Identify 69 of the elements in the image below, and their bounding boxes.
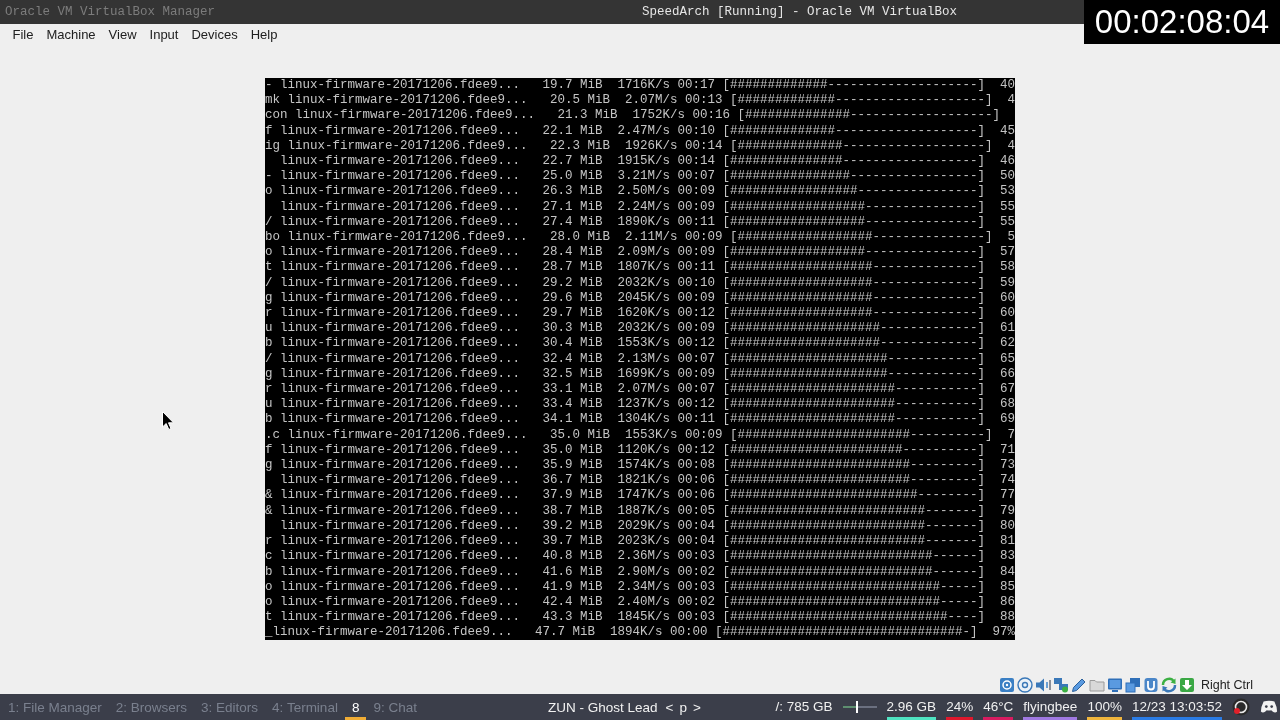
status-text: 2.96 GB (886, 698, 937, 716)
status-text: flyingbee (1023, 698, 1078, 716)
speaker-icon[interactable] (1034, 677, 1051, 693)
monitor-icon[interactable] (1106, 677, 1123, 693)
terminal-line: linux-firmware-20171206.fdee9... 39.2 MiB 2029K/s 00:04 [##########################-------] 80 (278, 518, 1016, 535)
host-key-label: Right Ctrl (1200, 678, 1253, 692)
terminal-line: bo linux-firmware-20171206.fdee9... 28.0 MiB 2.11M/s 00:09 [##################---------------] 5 (264, 230, 1016, 246)
network-icon[interactable] (1052, 677, 1069, 693)
now-playing: ZUN - Ghost Lead (547, 699, 658, 715)
status-text: 24% (946, 698, 974, 716)
window-title: SpeedArch [Running] - Oracle VM VirtualBox (641, 5, 957, 19)
record-icon[interactable] (1232, 698, 1250, 716)
terminal-line: .c linux-firmware-20171206.fdee9... 35.0 MiB 1553K/s 00:09 [#######################----------] 7 (264, 427, 1016, 443)
mouse-pointer-icon (162, 411, 174, 430)
terminal-line: linux-firmware-20171206.fdee9... 36.7 MiB 1821K/s 00:06 [########################---------] 74 (278, 473, 1016, 489)
recording-timer: 00:02:08:04 (1084, 0, 1280, 44)
workspace-tab[interactable]: 8 (344, 694, 367, 720)
menu-item[interactable]: File (6, 24, 40, 44)
status-text: 12/23 13:03:52 (1131, 698, 1222, 716)
terminal-line: t linux-firmware-20171206.fdee9... 28.7 MiB 1807K/s 00:11 [###################--------------] 58 (264, 260, 1016, 276)
menu-item[interactable]: Input (143, 24, 185, 44)
menu-item[interactable]: Help (244, 24, 284, 44)
terminal-line: b linux-firmware-20171206.fdee9... 30.4 MiB 1553K/s 00:12 [####################-------------] 62 (264, 336, 1016, 352)
terminal-line: b linux-firmware-20171206.fdee9... 34.1 MiB 1304K/s 00:11 [######################-----------] 69 (264, 412, 1016, 428)
optical-disc-icon[interactable] (1016, 677, 1033, 693)
terminal-line: / linux-firmware-20171206.fdee9... 27.4 MiB 1890K/s 00:11 [##################---------------] 55 (264, 214, 1016, 231)
terminal-line: / linux-firmware-20171206.fdee9... 32.4 MiB 2.13M/s 00:07 [#####################------------] 65 (264, 351, 1016, 367)
menu-item[interactable]: View (102, 24, 144, 44)
terminal-line: o linux-firmware-20171206.fdee9... 26.3 MiB 2.50M/s 00:09 [#################----------------] 53 (264, 184, 1016, 200)
terminal-line: t linux-firmware-20171206.fdee9... 43.3 MiB 1845K/s 00:03 [#############################----] 88 (264, 610, 1016, 626)
terminal-line: - linux-firmware-20171206.fdee9... 25.0 MiB 3.21M/s 00:07 [################-----------------] 50 (264, 169, 1016, 185)
terminal-line: f linux-firmware-20171206.fdee9... 22.1 MiB 2.47M/s 00:10 [##############-------------------] 45 (264, 123, 1016, 139)
terminal-line: mk linux-firmware-20171206.fdee9... 20.5 MiB 2.07M/s 00:13 [#############--------------------] 4 (264, 93, 1016, 109)
terminal-line: r linux-firmware-20171206.fdee9... 29.7 MiB 1620K/s 00:12 [###################--------------] 60 (264, 306, 1016, 322)
terminal-line: linux-firmware-20171206.fdee9... 27.1 MiB 2.24M/s 00:09 [##################---------------] 55 (278, 199, 1016, 215)
terminal-line: _linux-firmware-20171206.fdee9... 47.7 MiB 1894K/s 00:00 [################################-] 97% (264, 625, 1016, 641)
terminal-line: u linux-firmware-20171206.fdee9... 33.4 MiB 1237K/s 00:12 [######################-----------] 68 (264, 397, 1016, 413)
terminal-line: o linux-firmware-20171206.fdee9... 28.4 MiB 2.09M/s 00:09 [##################---------------] 57 (264, 245, 1016, 261)
terminal-line: g linux-firmware-20171206.fdee9... 35.9 MiB 1574K/s 00:08 [########################---------] 73 (264, 458, 1016, 474)
media-control[interactable]: < (665, 699, 674, 715)
terminal-line: r linux-firmware-20171206.fdee9... 33.1 MiB 2.07M/s 00:07 [######################-----------] 67 (264, 382, 1016, 398)
terminal-line: g linux-firmware-20171206.fdee9... 29.6 MiB 2045K/s 00:09 [###################--------------] 60 (264, 290, 1016, 307)
down-arrow-icon[interactable] (1178, 677, 1195, 693)
terminal-line: linux-firmware-20171206.fdee9... 22.7 MiB 1915K/s 00:14 [###############------------------] 46 (278, 154, 1016, 170)
menu-item[interactable]: Machine (39, 24, 103, 44)
terminal-line: g linux-firmware-20171206.fdee9... 32.5 MiB 1699K/s 00:09 [#####################------------] 66 (264, 366, 1016, 383)
media-control[interactable]: > (692, 699, 701, 715)
terminal-line: c linux-firmware-20171206.fdee9... 40.8 MiB 2.36M/s 00:03 [###########################------] 83 (264, 549, 1016, 565)
terminal-line: u linux-firmware-20171206.fdee9... 30.3 MiB 2032K/s 00:09 [####################-------------] 61 (264, 321, 1016, 337)
terminal-line: f linux-firmware-20171206.fdee9... 35.0 MiB 1120K/s 00:12 [#######################----------] 71 (264, 442, 1016, 459)
terminal-line: r linux-firmware-20171206.fdee9... 39.7 MiB 2023K/s 00:04 [##########################-------] 81 (264, 534, 1016, 550)
inactive-window-title: Oracle VM VirtualBox Manager (5, 5, 216, 19)
terminal-line: o linux-firmware-20171206.fdee9... 42.4 MiB 2.40M/s 00:02 [############################-----] 86 (264, 594, 1016, 611)
terminal-line: ig linux-firmware-20171206.fdee9... 22.3 MiB 1926K/s 00:14 [##############-------------------] 4 (264, 138, 1016, 154)
menu-item[interactable]: Devices (184, 24, 245, 44)
terminal-line: - linux-firmware-20171206.fdee9... 19.7 MiB 1716K/s 00:17 [#############--------------------] 40 (264, 78, 1016, 94)
status-text: /: 785 GB (775, 698, 833, 716)
terminal-line: b linux-firmware-20171206.fdee9... 41.6 MiB 2.90M/s 00:02 [###########################------] 84 (264, 564, 1016, 580)
terminal-line: & linux-firmware-20171206.fdee9... 37.9 MiB 1747K/s 00:06 [#########################--------] 77 (264, 488, 1016, 504)
status-text: 100% (1087, 698, 1122, 716)
terminal-line: con linux-firmware-20171206.fdee9... 21.3 MiB 1752K/s 00:16 [##############-------------------] (264, 108, 1001, 124)
terminal-line: & linux-firmware-20171206.fdee9... 38.7 MiB 1887K/s 00:05 [##########################-------] 79 (264, 503, 1016, 519)
status-text: 46°C (983, 698, 1014, 716)
terminal-line: o linux-firmware-20171206.fdee9... 41.9 MiB 2.34M/s 00:03 [############################-----] 85 (264, 579, 1016, 595)
sync-icon[interactable] (1160, 677, 1177, 693)
screens-icon[interactable] (1124, 677, 1141, 693)
chip-icon[interactable] (1142, 677, 1159, 693)
terminal-line: / linux-firmware-20171206.fdee9... 29.2 MiB 2032K/s 00:10 [###################--------------] 59 (264, 275, 1016, 291)
media-control[interactable]: p (679, 699, 687, 715)
